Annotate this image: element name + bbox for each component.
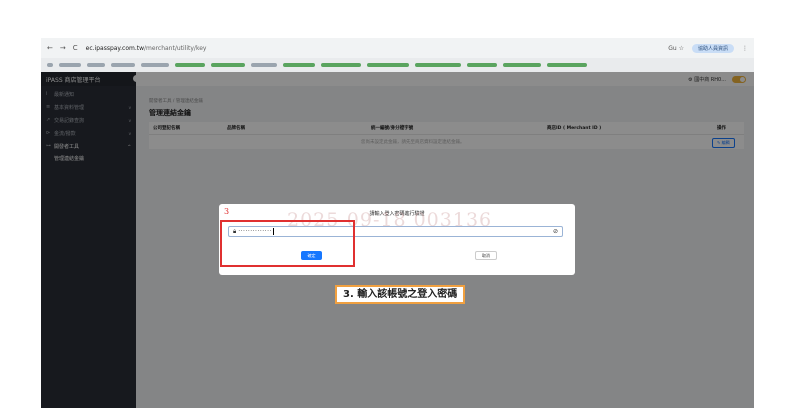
bookmark-item[interactable]: [211, 63, 245, 67]
bookmark-item[interactable]: [415, 63, 461, 67]
url-path: /merchant/utility/key: [144, 44, 207, 52]
bookmarks-bar: [41, 58, 754, 72]
back-icon[interactable]: ←: [47, 44, 53, 52]
menu-icon[interactable]: ⋮: [742, 45, 748, 52]
cancel-button[interactable]: 取消: [475, 251, 497, 260]
bookmark-item[interactable]: [367, 63, 409, 67]
bookmark-item[interactable]: [283, 63, 315, 67]
reload-icon[interactable]: C: [73, 44, 78, 52]
screenshot-frame: ← → C ec.ipasspay.com.tw/merchant/utilit…: [41, 38, 754, 408]
forward-icon[interactable]: →: [60, 44, 66, 52]
bookmark-item[interactable]: [47, 63, 53, 67]
address-field[interactable]: ec.ipasspay.com.tw/merchant/utility/key: [86, 45, 207, 52]
bookmark-item[interactable]: [547, 63, 587, 67]
bookmark-item[interactable]: [321, 63, 361, 67]
browser-nav: ← → C: [47, 44, 78, 52]
url-host: ec.ipasspay.com.tw: [85, 44, 145, 52]
bookmark-item[interactable]: [59, 63, 81, 67]
profile-pill[interactable]: 協助人員資訊: [691, 43, 734, 53]
bookmark-item[interactable]: [251, 63, 277, 67]
eye-off-icon[interactable]: ⊘: [553, 228, 558, 235]
bookmark-item[interactable]: [175, 63, 205, 67]
instruction-callout: 3. 輸入該帳號之登入密碼: [335, 285, 466, 304]
browser-right-controls: Gu ☆ 協助人員資訊 ⋮: [668, 43, 748, 53]
bookmark-item[interactable]: [467, 63, 497, 67]
highlight-box: [220, 220, 355, 267]
bookmark-item[interactable]: [111, 63, 135, 67]
browser-url-bar: ← → C ec.ipasspay.com.tw/merchant/utilit…: [41, 38, 754, 58]
bookmark-item[interactable]: [141, 63, 169, 67]
bookmark-item[interactable]: [503, 63, 541, 67]
bookmark-star-icon[interactable]: Gu ☆: [668, 45, 684, 52]
step-number: 3: [224, 207, 230, 216]
bookmark-item[interactable]: [87, 63, 105, 67]
